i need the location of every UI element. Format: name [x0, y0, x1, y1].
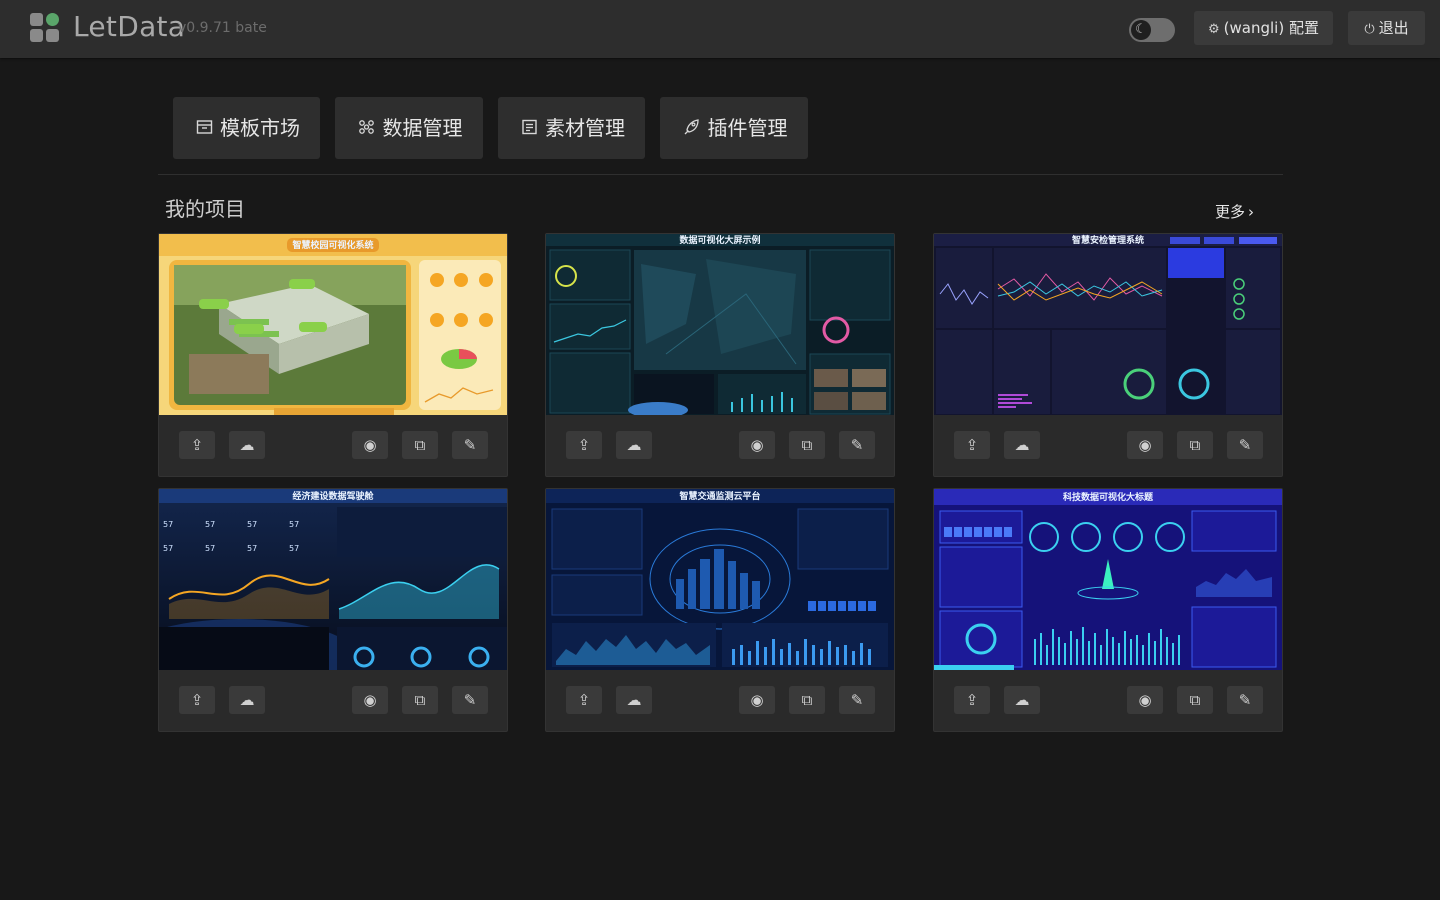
- thumbnail-title: 智慧安检管理系统: [1072, 234, 1144, 246]
- more-link[interactable]: 更多 ›: [1215, 201, 1254, 222]
- download-cloud-icon[interactable]: ☁: [229, 686, 265, 714]
- card-actions: ⇪ ☁ ◉ ⧉ ✎: [546, 670, 894, 731]
- project-card[interactable]: 智慧交通监测云平台 ⇪ ☁ ◉ ⧉ ✎: [545, 488, 895, 732]
- thumbnail-title: 科技数据可视化大标题: [1063, 491, 1154, 503]
- project-thumbnail[interactable]: 数据可视化大屏示例: [546, 234, 894, 415]
- download-cloud-icon[interactable]: ☁: [616, 686, 652, 714]
- top-header: LetData v0.9.71 bate ☾ ⚙ (wangli) 配置 ⏻ 退出: [0, 0, 1440, 58]
- upload-cloud-icon[interactable]: ⇪: [179, 686, 215, 714]
- copy-icon[interactable]: ⧉: [789, 686, 825, 714]
- nav-data-management[interactable]: 数据管理: [335, 97, 483, 159]
- eye-icon[interactable]: ◉: [352, 431, 388, 459]
- project-thumbnail[interactable]: 智慧交通监测云平台: [546, 489, 894, 670]
- copy-icon[interactable]: ⧉: [402, 431, 438, 459]
- project-card[interactable]: 智慧安检管理系统 ⇪ ☁ ◉ ⧉ ✎: [933, 233, 1283, 477]
- card-actions: ⇪ ☁ ◉ ⧉ ✎: [159, 415, 507, 476]
- svg-text:57: 57: [289, 520, 299, 529]
- download-cloud-icon[interactable]: ☁: [229, 431, 265, 459]
- app-version: v0.9.71 bate: [178, 20, 267, 36]
- copy-icon[interactable]: ⧉: [1177, 431, 1213, 459]
- edit-icon[interactable]: ✎: [452, 686, 488, 714]
- edit-icon[interactable]: ✎: [1227, 431, 1263, 459]
- logout-label: 退出: [1378, 19, 1409, 37]
- eye-icon[interactable]: ◉: [1127, 431, 1163, 459]
- nav-label: 素材管理: [545, 116, 625, 140]
- svg-text:57: 57: [247, 520, 257, 529]
- edit-icon[interactable]: ✎: [839, 431, 875, 459]
- project-thumbnail[interactable]: 智慧校园可视化系统: [159, 234, 507, 415]
- eye-icon[interactable]: ◉: [739, 431, 775, 459]
- thumbnail-title: 数据可视化大屏示例: [679, 234, 760, 246]
- logo-icon: [30, 13, 59, 42]
- thumbnail-title: 智慧校园可视化系统: [292, 239, 373, 251]
- project-card[interactable]: 智慧校园可视化系统 ⇪ ☁ ◉ ⧉ ✎: [158, 233, 508, 477]
- nav-label: 数据管理: [382, 116, 463, 140]
- copy-icon[interactable]: ⧉: [789, 431, 825, 459]
- nav-label: 模板市场: [220, 116, 300, 140]
- card-actions: ⇪ ☁ ◉ ⧉ ✎: [934, 415, 1282, 476]
- upload-cloud-icon[interactable]: ⇪: [954, 431, 990, 459]
- upload-cloud-icon[interactable]: ⇪: [179, 431, 215, 459]
- nav-material-management[interactable]: 素材管理: [498, 97, 645, 159]
- moon-icon: ☾: [1131, 20, 1151, 40]
- download-cloud-icon[interactable]: ☁: [1004, 686, 1040, 714]
- eye-icon[interactable]: ◉: [352, 686, 388, 714]
- edit-icon[interactable]: ✎: [1227, 686, 1263, 714]
- material-icon: [518, 99, 540, 161]
- svg-text:57: 57: [163, 520, 173, 529]
- project-thumbnail[interactable]: 经济建设数据驾驶舱 57 57 57 57 57 57 57 57: [159, 489, 507, 670]
- section-divider: [158, 174, 1283, 175]
- edit-icon[interactable]: ✎: [839, 686, 875, 714]
- card-actions: ⇪ ☁ ◉ ⧉ ✎: [934, 670, 1282, 731]
- data-icon: [356, 99, 378, 161]
- copy-icon[interactable]: ⧉: [1177, 686, 1213, 714]
- svg-text:57: 57: [289, 544, 299, 553]
- upload-cloud-icon[interactable]: ⇪: [566, 431, 602, 459]
- section-title: 我的项目: [165, 197, 245, 221]
- svg-text:57: 57: [163, 544, 173, 553]
- power-icon: ⏻: [1364, 22, 1375, 37]
- card-actions: ⇪ ☁ ◉ ⧉ ✎: [159, 670, 507, 731]
- eye-icon[interactable]: ◉: [739, 686, 775, 714]
- project-card[interactable]: 经济建设数据驾驶舱 57 57 57 57 57 57 57 57 ⇪ ☁ ◉ ⧉ ✎: [158, 488, 508, 732]
- thumbnail-title: 经济建设数据驾驶舱: [292, 490, 374, 502]
- thumbnail-title: 智慧交通监测云平台: [679, 490, 760, 502]
- config-label: (wangli) 配置: [1223, 19, 1319, 37]
- project-thumbnail[interactable]: 科技数据可视化大标题: [934, 489, 1282, 670]
- project-card[interactable]: 科技数据可视化大标题 ⇪ ☁ ◉ ⧉ ✎: [933, 488, 1283, 732]
- config-button[interactable]: ⚙ (wangli) 配置: [1194, 11, 1333, 45]
- app-name: LetData: [73, 10, 186, 43]
- download-cloud-icon[interactable]: ☁: [616, 431, 652, 459]
- more-label: 更多: [1215, 203, 1246, 221]
- upload-cloud-icon[interactable]: ⇪: [566, 686, 602, 714]
- copy-icon[interactable]: ⧉: [402, 686, 438, 714]
- theme-toggle[interactable]: ☾: [1129, 18, 1175, 42]
- store-icon: [193, 99, 215, 161]
- card-actions: ⇪ ☁ ◉ ⧉ ✎: [546, 415, 894, 476]
- svg-text:57: 57: [247, 544, 257, 553]
- nav-label: 插件管理: [707, 116, 788, 140]
- edit-icon[interactable]: ✎: [452, 431, 488, 459]
- logout-button[interactable]: ⏻ 退出: [1348, 11, 1425, 45]
- svg-text:57: 57: [205, 544, 215, 553]
- svg-text:57: 57: [205, 520, 215, 529]
- project-card[interactable]: 数据可视化大屏示例 ⇪ ☁ ◉ ⧉ ✎: [545, 233, 895, 477]
- chevron-right-icon: ›: [1248, 203, 1255, 221]
- gear-icon: ⚙: [1208, 22, 1220, 37]
- rocket-icon: [681, 99, 703, 161]
- nav-template-market[interactable]: 模板市场: [173, 97, 320, 159]
- download-cloud-icon[interactable]: ☁: [1004, 431, 1040, 459]
- project-thumbnail[interactable]: 智慧安检管理系统: [934, 234, 1282, 415]
- nav-plugin-management[interactable]: 插件管理: [660, 97, 808, 159]
- upload-cloud-icon[interactable]: ⇪: [954, 686, 990, 714]
- eye-icon[interactable]: ◉: [1127, 686, 1163, 714]
